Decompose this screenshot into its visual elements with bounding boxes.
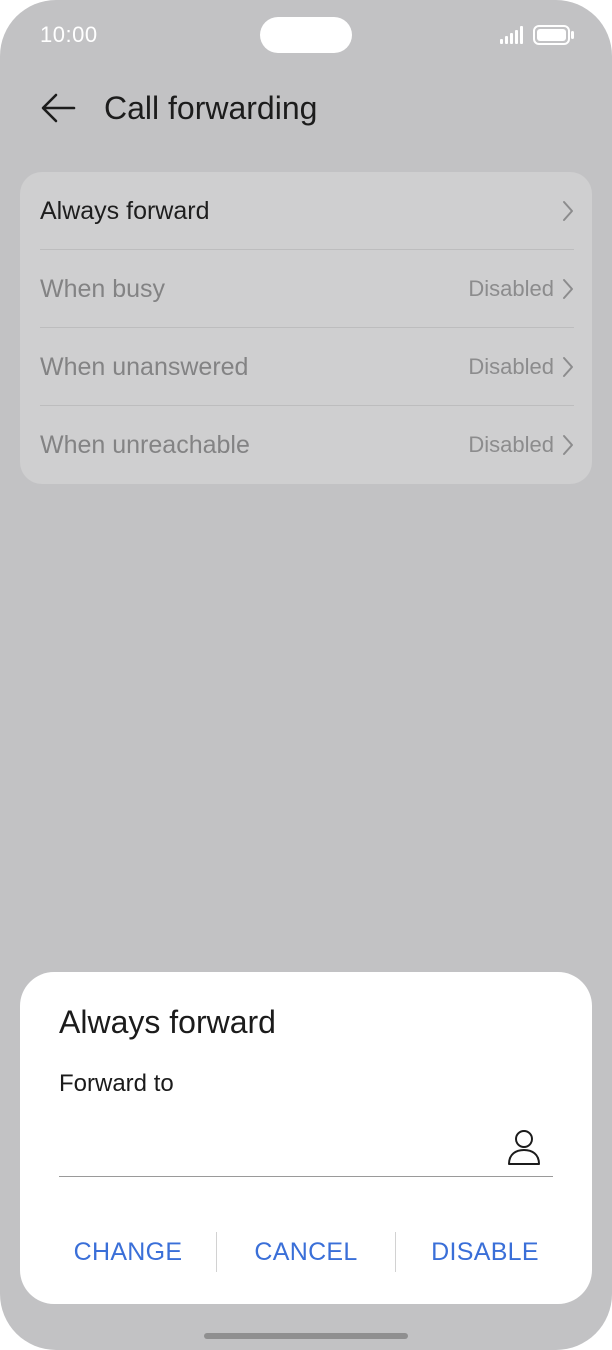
battery-icon: [533, 25, 574, 45]
disable-button[interactable]: DISABLE: [396, 1230, 574, 1274]
chevron-right-icon: [563, 201, 573, 221]
forward-to-label: Forward to: [59, 1070, 174, 1097]
chevron-right-icon: [563, 357, 573, 377]
always-forward-dialog: Always forward Forward to CHANGE CANCEL …: [20, 972, 592, 1304]
status-time: 10:00: [40, 22, 98, 47]
list-item-label: Always forward: [40, 196, 210, 225]
home-indicator[interactable]: [204, 1333, 408, 1339]
list-item-value: Disabled: [468, 432, 554, 457]
back-arrow-icon[interactable]: [38, 88, 80, 128]
list-item-always-forward[interactable]: Always forward: [40, 172, 574, 250]
list-item-value: Disabled: [468, 354, 554, 379]
change-button[interactable]: CHANGE: [40, 1230, 216, 1274]
list-item-label: When unanswered: [40, 352, 249, 381]
list-item-when-busy[interactable]: When busy Disabled: [40, 250, 574, 328]
cancel-button[interactable]: CANCEL: [217, 1230, 395, 1274]
phone-screen: 10:00 Call forwarding Always forward Whe…: [0, 0, 612, 1350]
contact-icon[interactable]: [504, 1128, 544, 1168]
chevron-right-icon: [563, 435, 573, 455]
dialog-actions: CHANGE CANCEL DISABLE: [20, 1230, 592, 1274]
list-item-when-unreachable[interactable]: When unreachable Disabled: [40, 406, 574, 484]
forwarding-options-list: Always forward When busy Disabled When u…: [20, 172, 592, 484]
signal-icon: [500, 26, 523, 44]
page-title: Call forwarding: [104, 90, 318, 126]
list-item-when-unanswered[interactable]: When unanswered Disabled: [40, 328, 574, 406]
list-item-label: When unreachable: [40, 430, 250, 459]
list-item-label: When busy: [40, 274, 166, 303]
dialog-title: Always forward: [59, 1004, 276, 1040]
forward-to-input[interactable]: [59, 1122, 553, 1177]
dynamic-island: [260, 17, 352, 53]
chevron-right-icon: [563, 279, 573, 299]
list-item-value: Disabled: [468, 276, 554, 301]
